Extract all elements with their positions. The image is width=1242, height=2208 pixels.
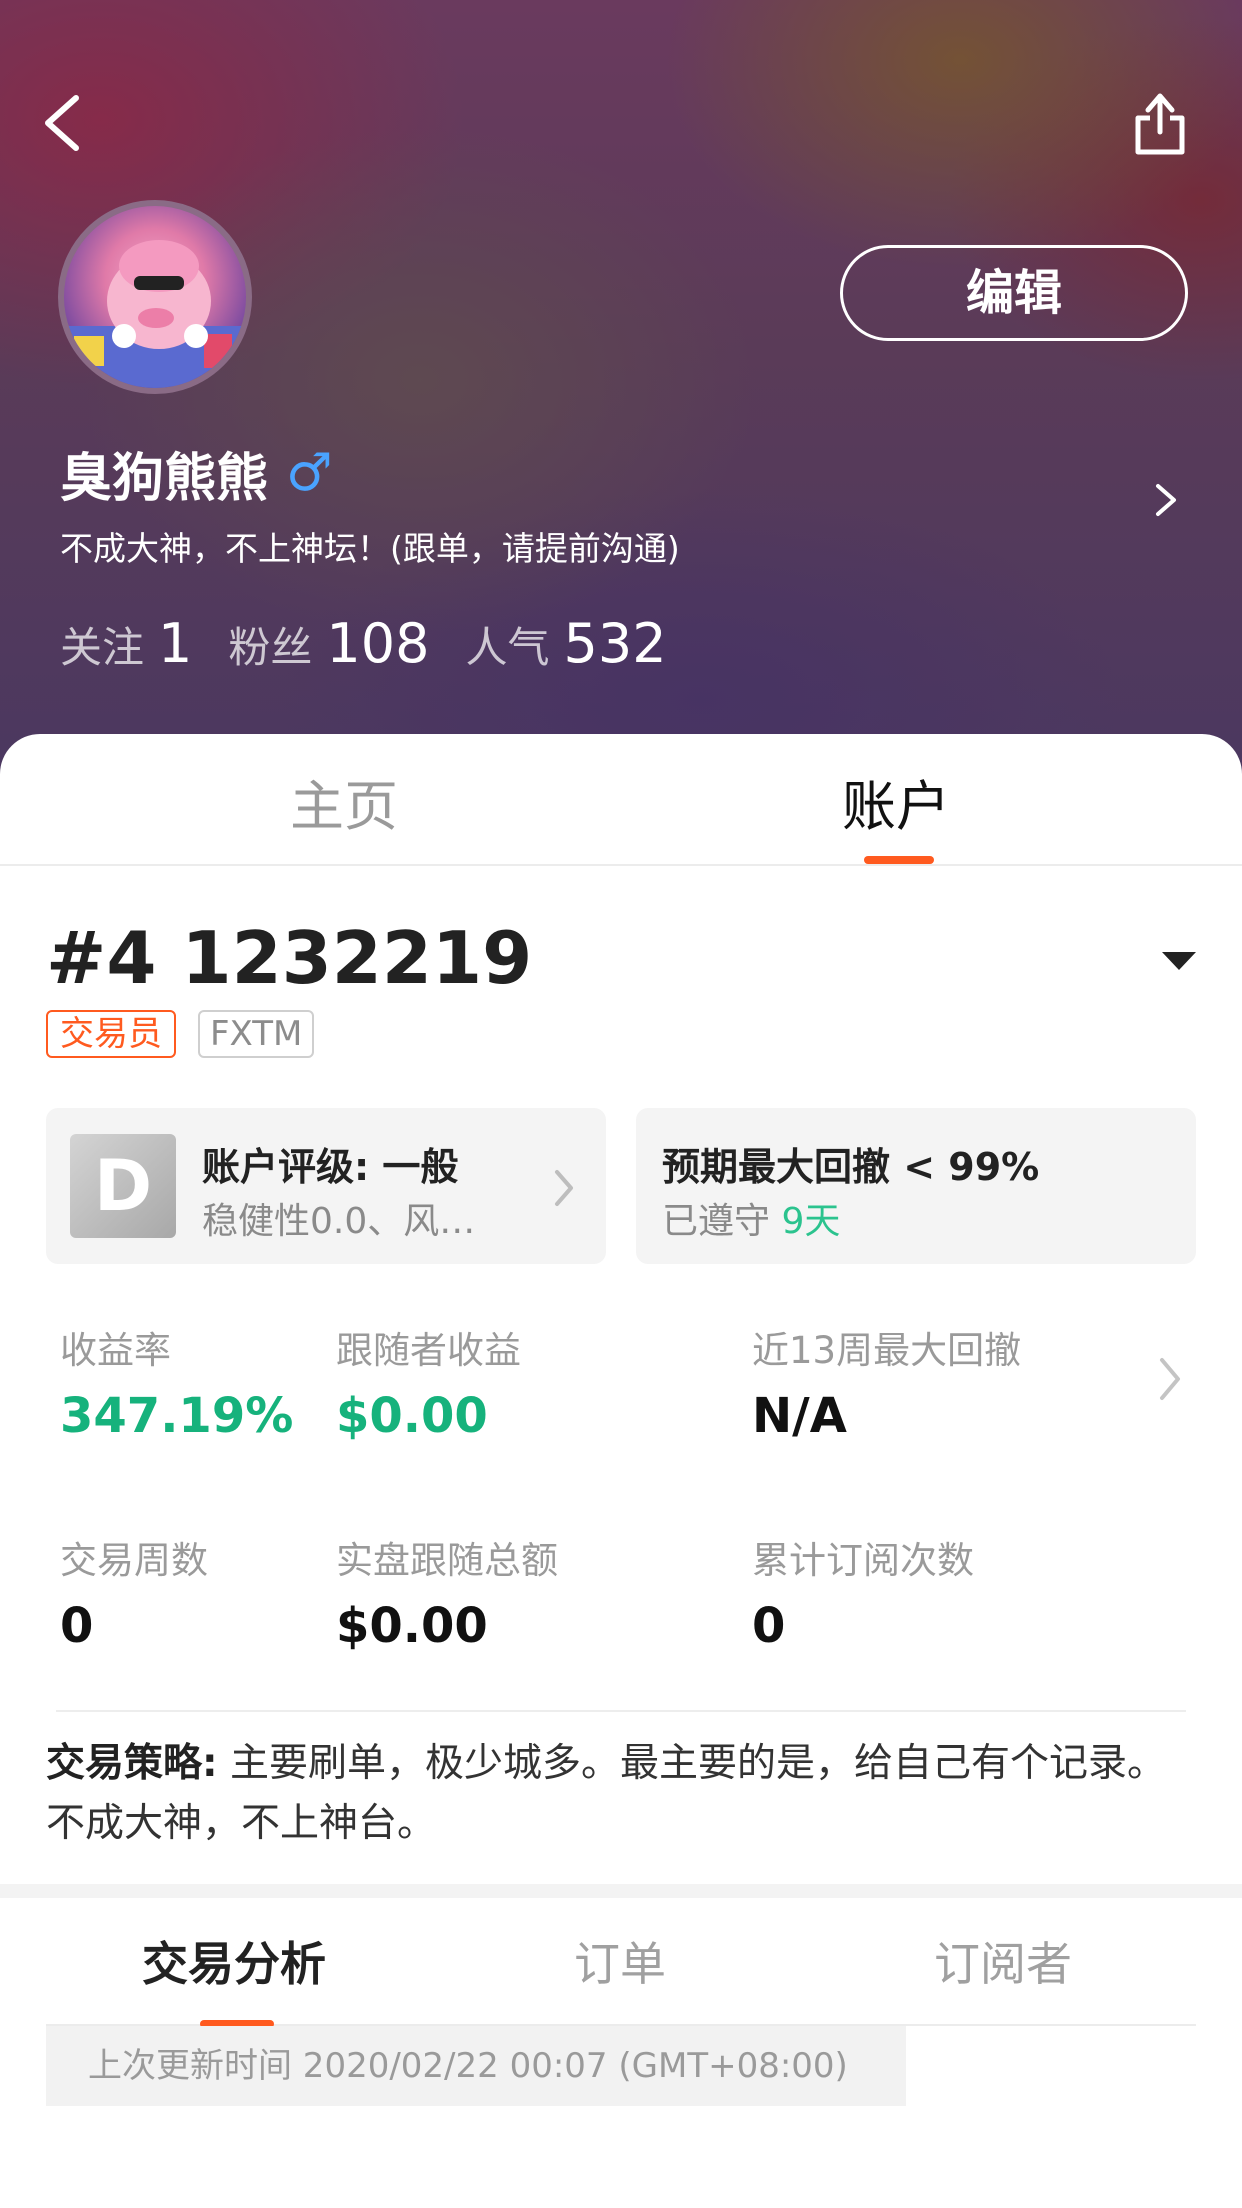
account-number: #4 1232219	[46, 916, 533, 1000]
gender-male-icon: ♂	[286, 443, 333, 503]
rating-title: 账户评级: 一般	[202, 1145, 459, 1189]
edit-profile-button[interactable]: 编辑	[840, 245, 1188, 341]
analysis-tabs: 交易分析 订单 订阅者	[0, 1898, 1242, 2022]
metrics-detail-button[interactable]	[1156, 1354, 1184, 1404]
tab-orders[interactable]: 订单	[574, 1928, 666, 1994]
metric-label-return: 收益率	[60, 1329, 171, 1372]
update-bar-corner	[906, 2026, 1196, 2106]
role-tag: 交易员	[46, 1010, 176, 1058]
compliance-days: 9天	[781, 1201, 841, 1242]
followers-label[interactable]: 粉丝	[228, 614, 312, 675]
chevron-right-icon	[555, 1170, 573, 1206]
metric-value-subscriptions: 0	[752, 1598, 786, 1654]
avatar[interactable]	[58, 200, 252, 394]
profile-tabs: 主页 账户	[0, 734, 1242, 866]
last-update-bar: 上次更新时间 2020/02/22 00:07 (GMT+08:00)	[46, 2026, 906, 2106]
account-switch-dropdown[interactable]	[1160, 948, 1198, 972]
caret-down-icon	[1162, 952, 1196, 970]
profile-detail-button[interactable]	[1150, 480, 1180, 520]
chevron-right-icon	[1160, 1358, 1180, 1400]
metric-label-follower-profit: 跟随者收益	[336, 1329, 521, 1372]
profile-stats: 关注 1 粉丝 108 人气 532	[60, 612, 703, 675]
nickname: 臭狗熊熊	[60, 448, 269, 509]
share-button[interactable]	[1130, 88, 1190, 158]
metric-value-trading-weeks: 0	[60, 1598, 94, 1654]
broker-tag: FXTM	[198, 1010, 315, 1058]
popularity-count: 532	[563, 612, 667, 675]
trading-strategy: 交易策略: 主要刷单，极少城多。最主要的是，给自己有个记录。不成大神，不上神台。	[46, 1734, 1196, 1854]
content-card: 主页 账户 #4 1232219 交易员 FXTM D 账户评级: 一般 稳健性…	[0, 734, 1242, 2208]
rating-subtitle: 稳健性0.0、风…	[202, 1201, 476, 1242]
share-icon	[1135, 93, 1185, 155]
metric-label-live-follow-total: 实盘跟随总额	[336, 1539, 558, 1582]
tab-account[interactable]: 账户	[842, 762, 950, 841]
drawdown-compliance: 已遵守 9天	[662, 1192, 840, 1244]
section-gap	[0, 1884, 1242, 1898]
following-count[interactable]: 1	[158, 612, 192, 675]
popularity-label: 人气	[465, 623, 550, 672]
tab-active-indicator	[864, 856, 934, 864]
followers-count[interactable]: 108	[326, 612, 429, 675]
section-divider	[56, 1710, 1186, 1712]
profile-header: 编辑 臭狗熊熊 ♂ 不成大神，不上神坛！(跟单，请提前沟通) 关注 1 粉丝 1…	[0, 0, 1242, 780]
chevron-right-icon	[1156, 484, 1176, 516]
tab-home[interactable]: 主页	[290, 762, 398, 841]
compliance-prefix: 已遵守	[662, 1201, 771, 1242]
nickname-row: 臭狗熊熊 ♂	[60, 438, 333, 509]
account-rating-box[interactable]: D 账户评级: 一般 稳健性0.0、风…	[46, 1108, 606, 1264]
metric-value-live-follow-total: $0.00	[336, 1598, 488, 1654]
metric-label-trading-weeks: 交易周数	[60, 1539, 208, 1582]
metric-value-return: 347.19%	[60, 1388, 294, 1444]
strategy-label: 交易策略:	[46, 1741, 218, 1786]
metric-value-max-drawdown-13w: N/A	[752, 1388, 847, 1444]
following-label[interactable]: 关注	[60, 614, 144, 675]
rating-grade-badge: D	[70, 1134, 176, 1238]
tab-trade-analysis[interactable]: 交易分析	[142, 1928, 326, 1994]
back-button[interactable]	[36, 88, 92, 158]
avatar-image	[64, 240, 246, 388]
tab-subscribers[interactable]: 订阅者	[934, 1928, 1072, 1994]
max-drawdown-box: 预期最大回撤 < 99% 已遵守 9天	[636, 1108, 1196, 1264]
profile-bio: 不成大神，不上神坛！(跟单，请提前沟通)	[60, 529, 680, 568]
metric-label-subscriptions: 累计订阅次数	[752, 1539, 974, 1582]
metric-label-max-drawdown-13w: 近13周最大回撤	[752, 1329, 1022, 1372]
metric-value-follower-profit: $0.00	[336, 1388, 488, 1444]
drawdown-title: 预期最大回撤 < 99%	[662, 1145, 1040, 1189]
chevron-left-icon	[45, 95, 79, 151]
